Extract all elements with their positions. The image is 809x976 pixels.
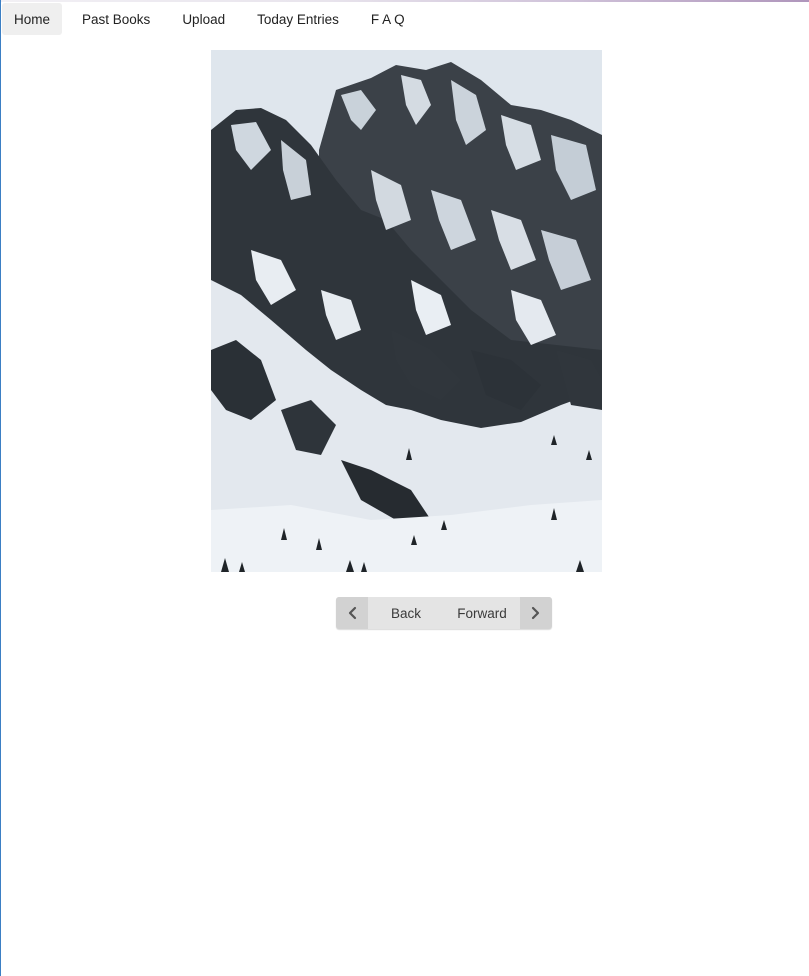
chevron-right-icon bbox=[531, 606, 540, 620]
page-navigation: Back Forward bbox=[336, 597, 552, 629]
forward-button[interactable]: Forward bbox=[444, 597, 520, 629]
back-arrow-button[interactable] bbox=[336, 597, 368, 629]
nav-item-label: Past Books bbox=[82, 11, 151, 27]
page-image bbox=[211, 50, 602, 572]
top-border-line bbox=[1, 0, 809, 2]
main-nav: Home Past Books Upload Today Entries F A… bbox=[2, 3, 425, 35]
back-button[interactable]: Back bbox=[368, 597, 444, 629]
nav-item-label: F A Q bbox=[370, 11, 405, 27]
nav-item-past-books[interactable]: Past Books bbox=[70, 3, 162, 35]
nav-item-label: Today Entries bbox=[257, 11, 339, 27]
nav-item-label: Home bbox=[14, 11, 51, 27]
nav-item-upload[interactable]: Upload bbox=[170, 3, 237, 35]
nav-item-faq[interactable]: F A Q bbox=[359, 3, 417, 35]
app-window: Home Past Books Upload Today Entries F A… bbox=[0, 0, 809, 976]
forward-arrow-button[interactable] bbox=[520, 597, 552, 629]
nav-item-today-entries[interactable]: Today Entries bbox=[245, 3, 351, 35]
chevron-left-icon bbox=[348, 606, 357, 620]
nav-item-label: Upload bbox=[182, 11, 226, 27]
mountain-photo bbox=[211, 50, 602, 572]
nav-item-home[interactable]: Home bbox=[2, 3, 63, 35]
